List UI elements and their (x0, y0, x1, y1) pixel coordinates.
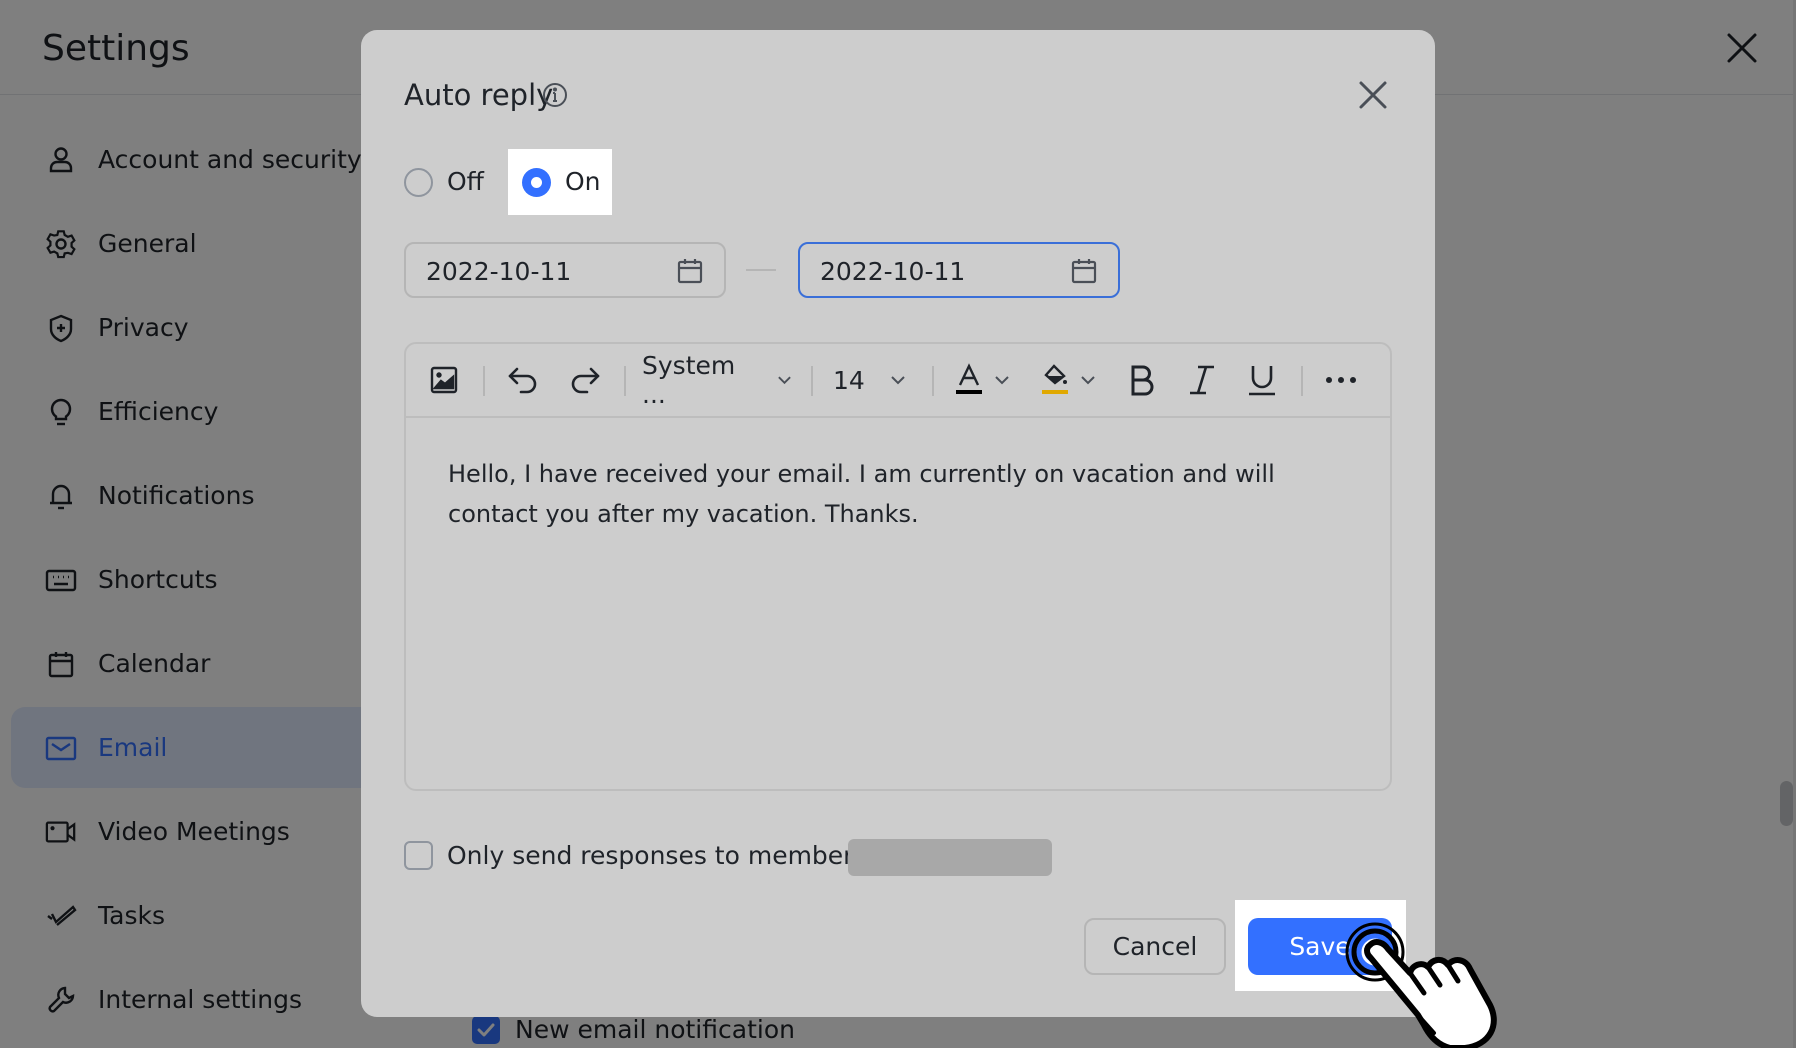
toolbar-divider (624, 366, 626, 396)
highlight-color-button[interactable] (1040, 360, 1105, 400)
undo-icon (508, 367, 537, 394)
underline-button[interactable] (1244, 360, 1280, 400)
chevron-down-icon (1081, 376, 1095, 385)
radio-off-label: Off (447, 167, 484, 196)
font-size-value: 14 (833, 365, 865, 395)
calendar-icon (676, 257, 704, 285)
radio-on[interactable] (522, 168, 551, 197)
editor-content[interactable]: Hello, I have received your email. I am … (448, 454, 1358, 534)
redacted-organization-name (848, 839, 1052, 876)
italic-icon (1190, 365, 1214, 395)
radio-on-label: On (565, 167, 601, 196)
close-icon (1359, 81, 1387, 109)
italic-button[interactable] (1184, 360, 1220, 400)
text-color-icon (956, 363, 982, 394)
insert-image-button[interactable] (426, 360, 462, 400)
chevron-down-icon (778, 376, 791, 385)
chevron-down-icon (995, 376, 1009, 385)
auto-reply-dialog: Auto reply Off On 2022-10-11 2022-10-11 (361, 30, 1435, 1017)
members-only-checkbox[interactable] (404, 841, 433, 870)
save-button[interactable]: Save (1248, 918, 1392, 975)
start-date-value: 2022-10-11 (426, 257, 572, 286)
radio-off[interactable] (404, 168, 433, 197)
date-range-separator (746, 269, 776, 271)
start-date-field[interactable]: 2022-10-11 (404, 242, 726, 298)
undo-button[interactable] (504, 360, 544, 400)
dialog-title: Auto reply (404, 78, 554, 112)
end-date-value: 2022-10-11 (820, 257, 966, 286)
chevron-down-icon (891, 376, 905, 385)
cancel-button[interactable]: Cancel (1084, 918, 1226, 975)
bold-button[interactable] (1124, 360, 1160, 400)
image-icon (430, 366, 458, 394)
calendar-icon (1070, 257, 1098, 285)
toolbar-divider (1301, 366, 1303, 396)
font-family-value: System ... (642, 351, 736, 409)
redo-icon (571, 367, 600, 394)
more-options-button[interactable] (1321, 360, 1361, 400)
info-icon[interactable] (542, 82, 568, 108)
redo-button[interactable] (564, 360, 604, 400)
font-size-select[interactable]: 14 (833, 360, 913, 400)
more-icon (1326, 377, 1356, 383)
toolbar-divider (932, 366, 934, 396)
underline-icon (1249, 366, 1275, 396)
text-color-button[interactable] (954, 360, 1019, 400)
editor-toolbar: System ... 14 (406, 344, 1390, 418)
end-date-field[interactable]: 2022-10-11 (798, 242, 1120, 298)
toolbar-divider (483, 366, 485, 396)
font-family-select[interactable]: System ... (642, 351, 792, 409)
dialog-close-button[interactable] (1356, 78, 1390, 112)
bold-icon (1131, 365, 1154, 396)
rich-text-editor: System ... 14 Hello, I have received you… (404, 342, 1392, 791)
members-only-label: Only send responses to members of (447, 841, 899, 870)
paint-bucket-icon (1042, 364, 1068, 394)
toolbar-divider (811, 366, 813, 396)
